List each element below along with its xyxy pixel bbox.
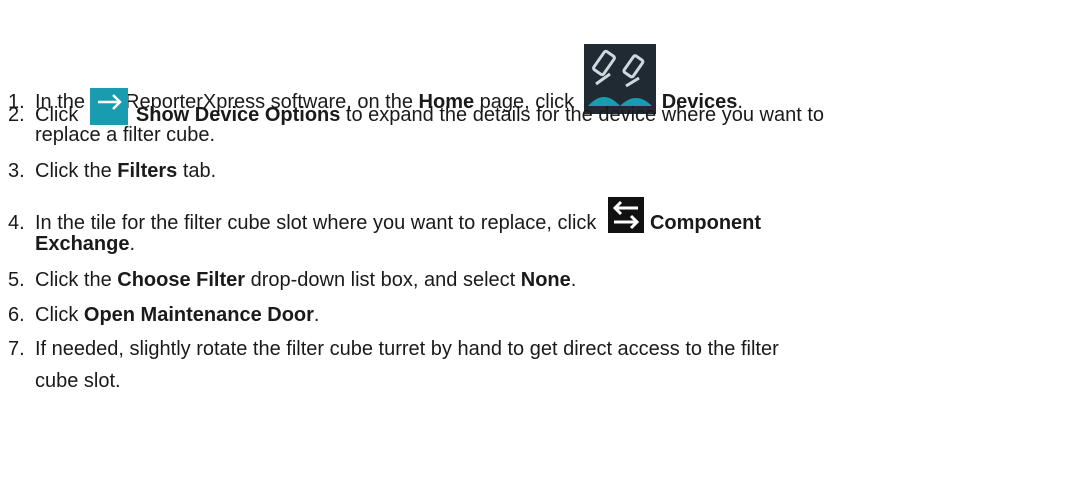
step-number: 7. xyxy=(8,338,25,360)
none-label: None xyxy=(520,269,571,291)
component-exchange-label: Component xyxy=(649,212,762,234)
step-number: 5. xyxy=(8,269,25,291)
component-exchange-icon xyxy=(607,197,644,233)
step-number: 2. xyxy=(8,104,25,126)
step-2-continuation: replace a filter cube. xyxy=(35,124,216,146)
step-7: 7. If needed, slightly rotate the filter … xyxy=(8,334,779,364)
filters-label: Filters xyxy=(117,160,178,182)
step-number: 6. xyxy=(8,304,25,326)
step-6: 6. Click Open Maintenance Door. xyxy=(8,300,319,330)
step-7-continuation: cube slot. xyxy=(35,370,121,392)
open-maintenance-door-label: Open Maintenance Door xyxy=(83,304,314,326)
step-3: 3. Click the Filters tab. xyxy=(8,156,216,186)
step-4-continuation: Exchange. xyxy=(35,233,136,255)
step-number: 4. xyxy=(8,212,25,234)
choose-filter-label: Choose Filter xyxy=(117,269,246,291)
step-5: 5. Click the Choose Filter drop-down list… xyxy=(8,265,576,295)
step-number: 3. xyxy=(8,160,25,182)
